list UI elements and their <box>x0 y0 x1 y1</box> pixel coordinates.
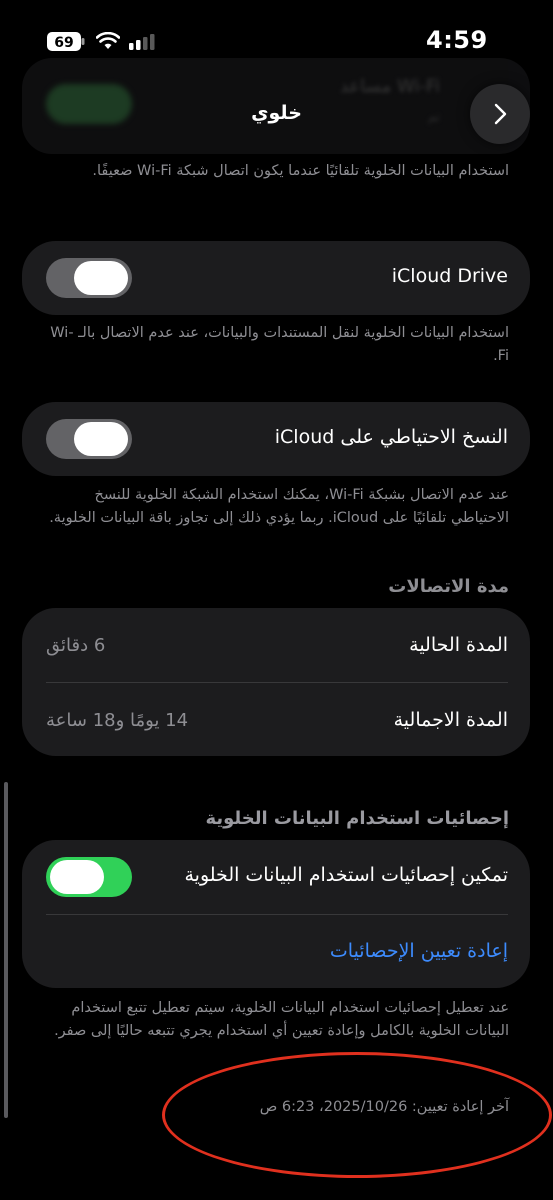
toggle-knob <box>50 860 104 894</box>
scroll-indicator[interactable] <box>4 782 8 1118</box>
icloud-drive-card: iCloud Drive <box>22 241 530 315</box>
wifi-icon <box>95 31 121 54</box>
icloud-backup-description: عند عدم الاتصال بشبكة Wi-Fi، يمكنك استخد… <box>49 487 509 526</box>
call-time-header: مدة الاتصالات <box>388 576 509 597</box>
battery-icon: 69 <box>47 32 85 51</box>
icloud-backup-label: النسخ الاحتياطي على iCloud <box>274 426 508 448</box>
icloud-drive-label: iCloud Drive <box>391 265 508 287</box>
usage-stats-header: إحصائيات استخدام البيانات الخلوية <box>205 808 509 829</box>
usage-stats-toggle-label: تمكين إحصائيات استخدام البيانات الخلوية <box>184 864 508 886</box>
call-time-card: المدة الحالية 6 دقائق المدة الاجمالية 14… <box>22 608 530 756</box>
back-button[interactable] <box>470 84 530 144</box>
chevron-right-icon <box>494 103 507 125</box>
current-period-value: 6 دقائق <box>46 635 106 656</box>
usage-stats-description: عند تعطيل إحصائيات استخدام البيانات الخل… <box>54 1000 509 1039</box>
wifi-assist-description: استخدام البيانات الخلوية تلقائيًا عندما … <box>92 163 509 179</box>
battery-level: 69 <box>54 35 73 51</box>
icloud-drive-toggle[interactable] <box>46 258 132 298</box>
wifi-assist-label: مساعد Wi-Fi <box>339 76 440 97</box>
status-time: 4:59 <box>426 26 488 54</box>
lifetime-label: المدة الاجمالية <box>393 709 508 731</box>
current-period-label: المدة الحالية <box>409 634 508 656</box>
lifetime-value: 14 يومًا و18 ساعة <box>46 710 189 731</box>
row-divider <box>46 682 508 683</box>
annotation-circle <box>162 1052 552 1178</box>
icloud-backup-toggle[interactable] <box>46 419 132 459</box>
row-divider <box>46 914 508 915</box>
icloud-backup-card: النسخ الاحتياطي على iCloud <box>22 402 530 476</box>
usage-stats-card: تمكين إحصائيات استخدام البيانات الخلوية … <box>22 840 530 988</box>
toggle-knob <box>74 422 128 456</box>
usage-stats-toggle[interactable] <box>46 857 132 897</box>
icloud-drive-description: استخدام البيانات الخلوية لنقل المستندات … <box>50 325 509 364</box>
cellular-signal-icon <box>129 34 157 54</box>
toggle-knob <box>74 261 128 295</box>
reset-statistics-button[interactable]: إعادة تعيين الإحصائيات <box>330 940 508 962</box>
